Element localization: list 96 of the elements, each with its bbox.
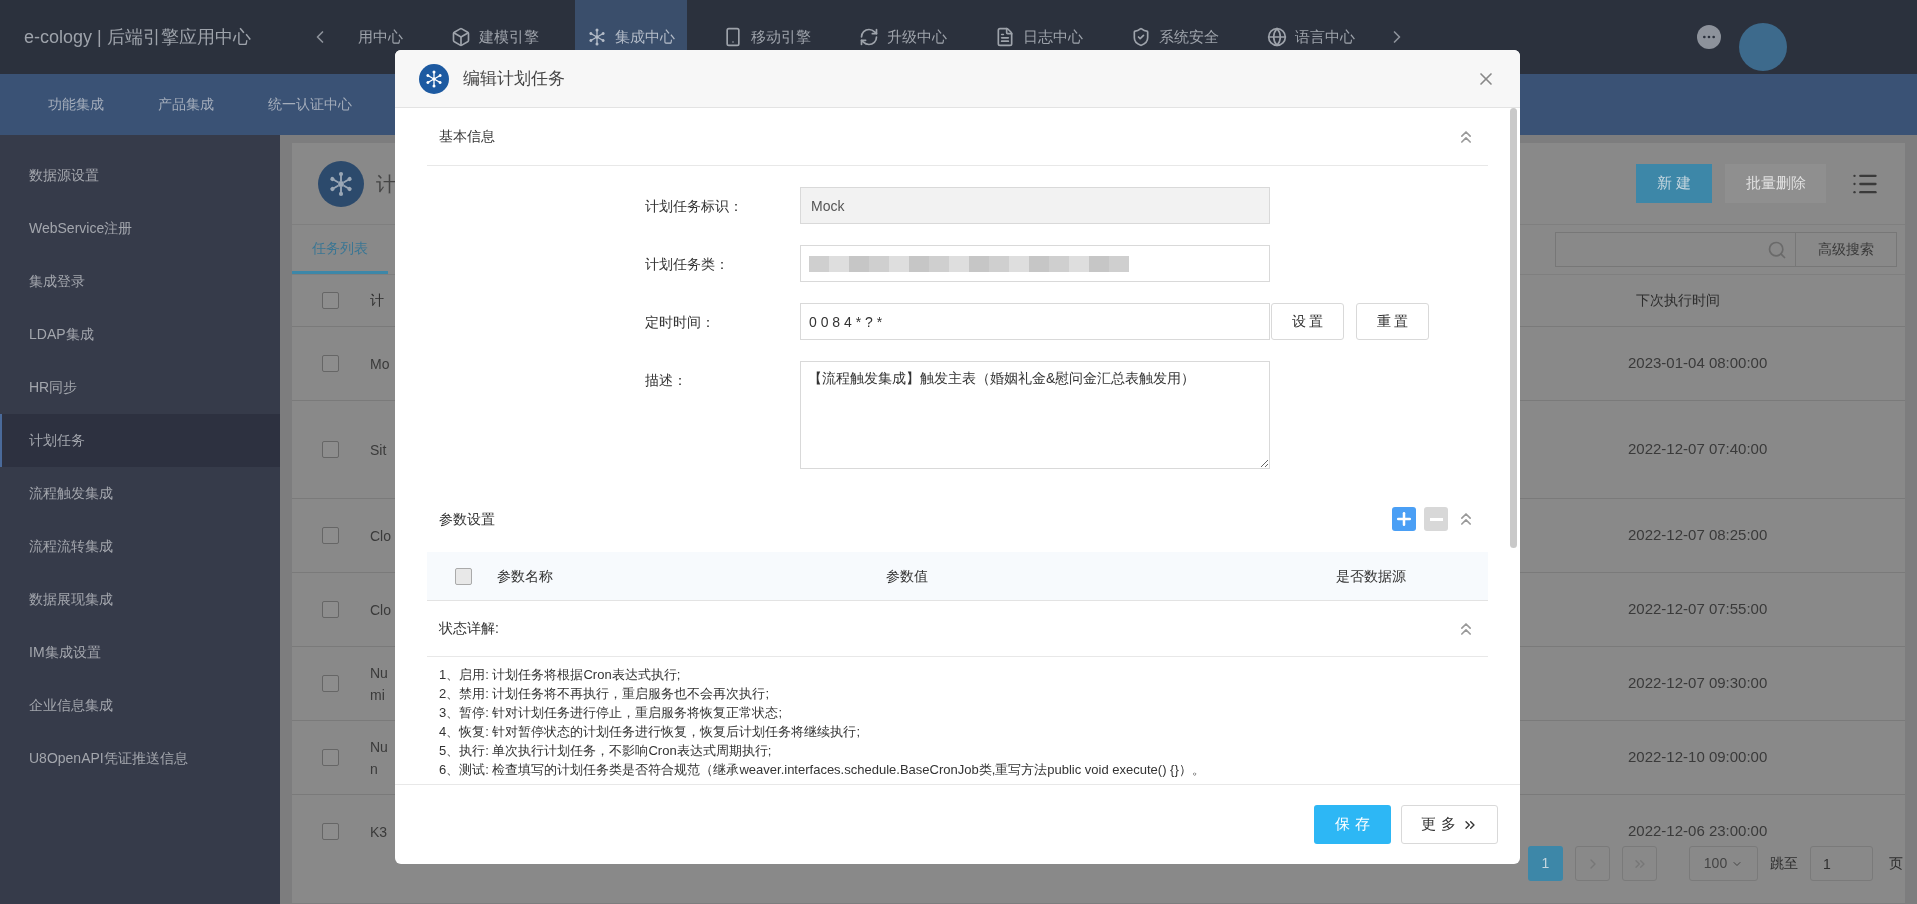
page-input[interactable]: 1 [1810,846,1873,881]
sidebar-item[interactable]: 集成登录 [0,255,280,308]
table-cell-text: Clo [370,600,392,620]
remove-button[interactable] [1424,507,1448,531]
help-text: 1、启用: 计划任务将根据Cron表达式执行; [439,666,682,684]
dialog-logo-icon [419,63,449,94]
globe-icon [1267,27,1287,47]
table-cell-text: Nu mi [370,663,389,705]
more-icon[interactable] [1697,25,1721,49]
sidebar-item[interactable]: 流程流转集成 [0,520,280,573]
table-cell-text: Nu n [370,737,389,779]
dialog-title: 编辑计划任务 [463,67,565,90]
document-icon [995,27,1015,47]
nav-tab[interactable]: 移动引擎 [711,0,823,74]
table-cell-text: 2022-12-10 09:00:00 [1628,747,1768,768]
checkbox[interactable] [322,355,339,372]
nav-tab[interactable]: 系统安全 [1119,0,1231,74]
help-text: 6、测试: 检查填写的计划任务类是否符合规范（继承weaver.interfaces.schedule.BaseCronJob类,重写方法public void execute() {}）。 [439,761,1206,779]
app-logo-icon [318,160,364,207]
table-cell-text: Clo [370,526,392,546]
checkbox[interactable] [455,567,472,585]
checkbox[interactable] [322,527,339,544]
checkbox[interactable] [322,749,339,766]
checkbox[interactable] [322,601,339,618]
cube-icon [451,27,471,47]
table-cell-text: 2022-12-06 23:00:00 [1628,821,1768,842]
checkbox[interactable] [322,675,339,692]
search-icon [1767,239,1787,260]
nav-tab[interactable]: 用中心 [346,0,415,74]
advanced-search-button[interactable]: 高级搜索 [1796,232,1897,267]
help-text: 3、暂停: 针对计划任务进行停止，重启服务将恢复正常状态; [439,704,784,722]
sidebar-item[interactable]: 流程触发集成 [0,467,280,520]
add-button[interactable] [1392,507,1416,531]
search-field[interactable] [1555,232,1796,267]
sub-nav-link[interactable]: 统一认证中心 [268,94,352,115]
table-cell-text: 2022-12-07 07:55:00 [1628,599,1768,620]
field-label: 计划任务标识： [644,197,744,216]
column-header: 下次执行时间 [1636,291,1720,310]
field-label: 计划任务类： [644,255,730,274]
page-title: 计 [376,171,396,197]
sidebar-item[interactable]: LDAP集成 [0,308,280,361]
snowflake-icon [587,27,607,47]
table-cell-text: 2023-01-04 08:00:00 [1628,353,1768,374]
column-header: 参数值 [886,566,928,586]
field-label: 定时时间： [644,313,716,332]
sub-nav-link[interactable]: 产品集成 [158,94,214,115]
description-field[interactable]: 【流程触发集成】触发主表（婚姻礼金&慰问金汇总表触发用） [800,361,1270,469]
section-title: 基本信息 [439,127,495,146]
table-cell-text: Sit [370,440,388,460]
section-title: 参数设置 [439,509,495,529]
sidebar-item[interactable]: WebService注册 [0,202,280,255]
scrollbar[interactable] [1510,108,1517,548]
help-text: 2、禁用: 计划任务将不再执行，重启服务也不会再次执行; [439,685,771,703]
more-button[interactable]: 更 多 [1401,805,1498,844]
text-field[interactable] [800,245,1270,282]
page-button[interactable]: 1 [1528,846,1563,881]
jump-label: 跳至 [1770,854,1798,873]
sub-nav-link[interactable]: 功能集成 [48,94,104,115]
table-cell-text: K3 [370,822,389,842]
sidebar-item[interactable]: HR同步 [0,361,280,414]
sidebar-item[interactable]: 数据源设置 [0,149,280,202]
sidebar-item[interactable]: 计划任务 [0,414,280,467]
set-button[interactable]: 设 置 [1271,303,1344,340]
minus-icon [1429,517,1443,521]
page-size-select[interactable]: 100 [1689,846,1758,881]
table-cell-text: 2022-12-07 07:40:00 [1628,439,1768,460]
column-header: 计 [370,291,385,310]
shield-icon [1131,27,1151,47]
checkbox[interactable] [322,292,339,309]
sidebar-item[interactable]: U8OpenAPI凭证推送信息 [0,732,280,785]
nav-tab[interactable]: 升级中心 [847,0,959,74]
field-label: 描述： [644,371,688,390]
plus-icon [1394,509,1414,529]
avatar[interactable] [1739,23,1787,71]
cron-field[interactable]: 0 0 8 4 * ? * [800,303,1270,340]
section-title: 状态详解: [439,619,499,638]
help-text: 4、恢复: 针对暂停状态的计划任务进行恢复，恢复后计划任务将继续执行; [439,723,862,741]
checkbox[interactable] [322,823,339,840]
refresh-icon [859,27,879,47]
nav-tab[interactable]: 日志中心 [983,0,1095,74]
reset-button[interactable]: 重 置 [1356,303,1429,340]
app-title: e-cology | 后端引擎应用中心 [24,25,252,49]
checkbox[interactable] [322,441,339,458]
page-suffix: 页 [1889,854,1903,873]
table-cell-text: 2022-12-07 08:25:00 [1628,525,1768,546]
help-text: 5、执行: 单次执行计划任务，不影响Cron表达式周期执行; [439,742,773,760]
new-button[interactable]: 新 建 [1636,164,1712,203]
column-header: 参数名称 [497,566,553,586]
nav-tab[interactable]: 语言中心 [1255,0,1367,74]
column-header: 是否数据源 [1336,566,1406,586]
sidebar-item[interactable]: 企业信息集成 [0,679,280,732]
phone-icon [723,27,743,47]
table-cell-text: Mo [370,354,391,374]
sidebar-item[interactable]: IM集成设置 [0,626,280,679]
sidebar-item[interactable]: 数据展现集成 [0,573,280,626]
table-cell-text: 2022-12-07 09:30:00 [1628,673,1768,694]
